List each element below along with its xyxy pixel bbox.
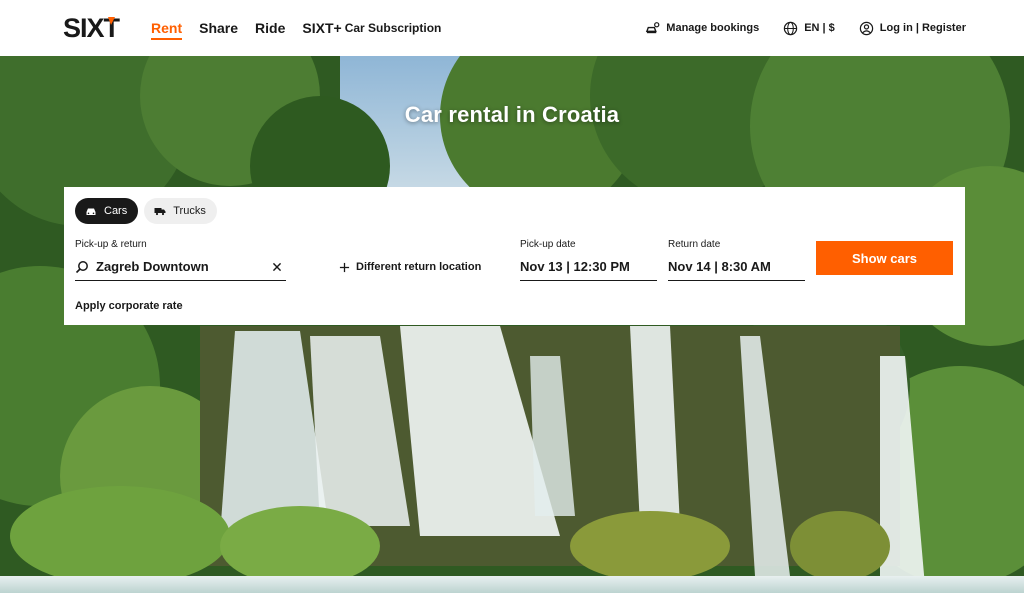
tab-cars[interactable]: Cars xyxy=(75,198,139,224)
user-icon xyxy=(859,21,873,35)
return-date-value: Nov 14 | 8:30 AM xyxy=(668,259,771,274)
sixt-logo[interactable]: SIXT xyxy=(63,13,131,41)
pickup-date-value: Nov 13 | 12:30 PM xyxy=(520,259,630,274)
nav-ride-label: Ride xyxy=(255,20,286,36)
booking-widget: Cars Trucks Pick-up & return Zagreb Down… xyxy=(64,187,965,325)
nav-sixt-plus[interactable]: SIXT+ Car Subscription xyxy=(302,0,441,56)
login-register-label: Log in | Register xyxy=(879,22,966,34)
top-header: SIXT Rent Share Ride SIXT+ Car Subscript… xyxy=(0,0,1024,56)
manage-bookings-link[interactable]: Manage bookings xyxy=(645,21,759,36)
car-icon xyxy=(86,208,96,215)
pickup-return-label: Pick-up & return xyxy=(75,239,147,250)
nav-share[interactable]: Share xyxy=(199,0,238,56)
apply-corporate-rate-link[interactable]: Apply corporate rate xyxy=(75,300,183,312)
pickup-location-field[interactable]: Zagreb Downtown xyxy=(75,253,286,281)
plus-icon xyxy=(339,262,350,272)
truck-icon xyxy=(154,208,166,216)
language-label: EN | $ xyxy=(804,22,835,34)
login-register-link[interactable]: Log in | Register xyxy=(859,21,966,36)
nav-sixt-plus-sub: Car Subscription xyxy=(344,21,442,35)
booking-car-icon xyxy=(646,21,660,33)
different-return-location-button[interactable]: Different return location xyxy=(339,261,481,273)
pickup-date-field[interactable]: Nov 13 | 12:30 PM xyxy=(520,253,657,281)
nav-rent-label: Rent xyxy=(151,20,183,36)
vehicle-type-tabs: Cars Trucks xyxy=(75,198,217,224)
header-actions: Manage bookings EN | $ Log in | Register xyxy=(645,0,966,56)
main-nav: Rent Share Ride SIXT+ Car Subscription xyxy=(151,0,458,56)
manage-bookings-label: Manage bookings xyxy=(666,22,760,34)
tab-trucks-label: Trucks xyxy=(173,205,206,217)
show-cars-label: Show cars xyxy=(851,250,918,266)
hero-title: Car rental in Croatia xyxy=(404,102,620,127)
return-date-field[interactable]: Nov 14 | 8:30 AM xyxy=(668,253,805,281)
different-return-label: Different return location xyxy=(356,261,482,273)
pickup-date-label: Pick-up date xyxy=(520,239,576,250)
nav-rent[interactable]: Rent xyxy=(151,0,183,56)
tab-trucks[interactable]: Trucks xyxy=(144,198,217,224)
language-selector[interactable]: EN | $ xyxy=(783,21,835,36)
nav-share-label: Share xyxy=(199,20,239,36)
tab-cars-label: Cars xyxy=(104,205,128,217)
clear-icon[interactable] xyxy=(272,262,282,272)
show-cars-button[interactable]: Show cars xyxy=(816,241,953,275)
search-icon xyxy=(75,260,88,273)
globe-icon xyxy=(784,21,798,35)
return-date-label: Return date xyxy=(668,239,721,250)
pickup-location-value: Zagreb Downtown xyxy=(96,259,209,274)
nav-sixt-plus-label: SIXT+ xyxy=(302,20,342,36)
nav-ride[interactable]: Ride xyxy=(255,0,285,56)
